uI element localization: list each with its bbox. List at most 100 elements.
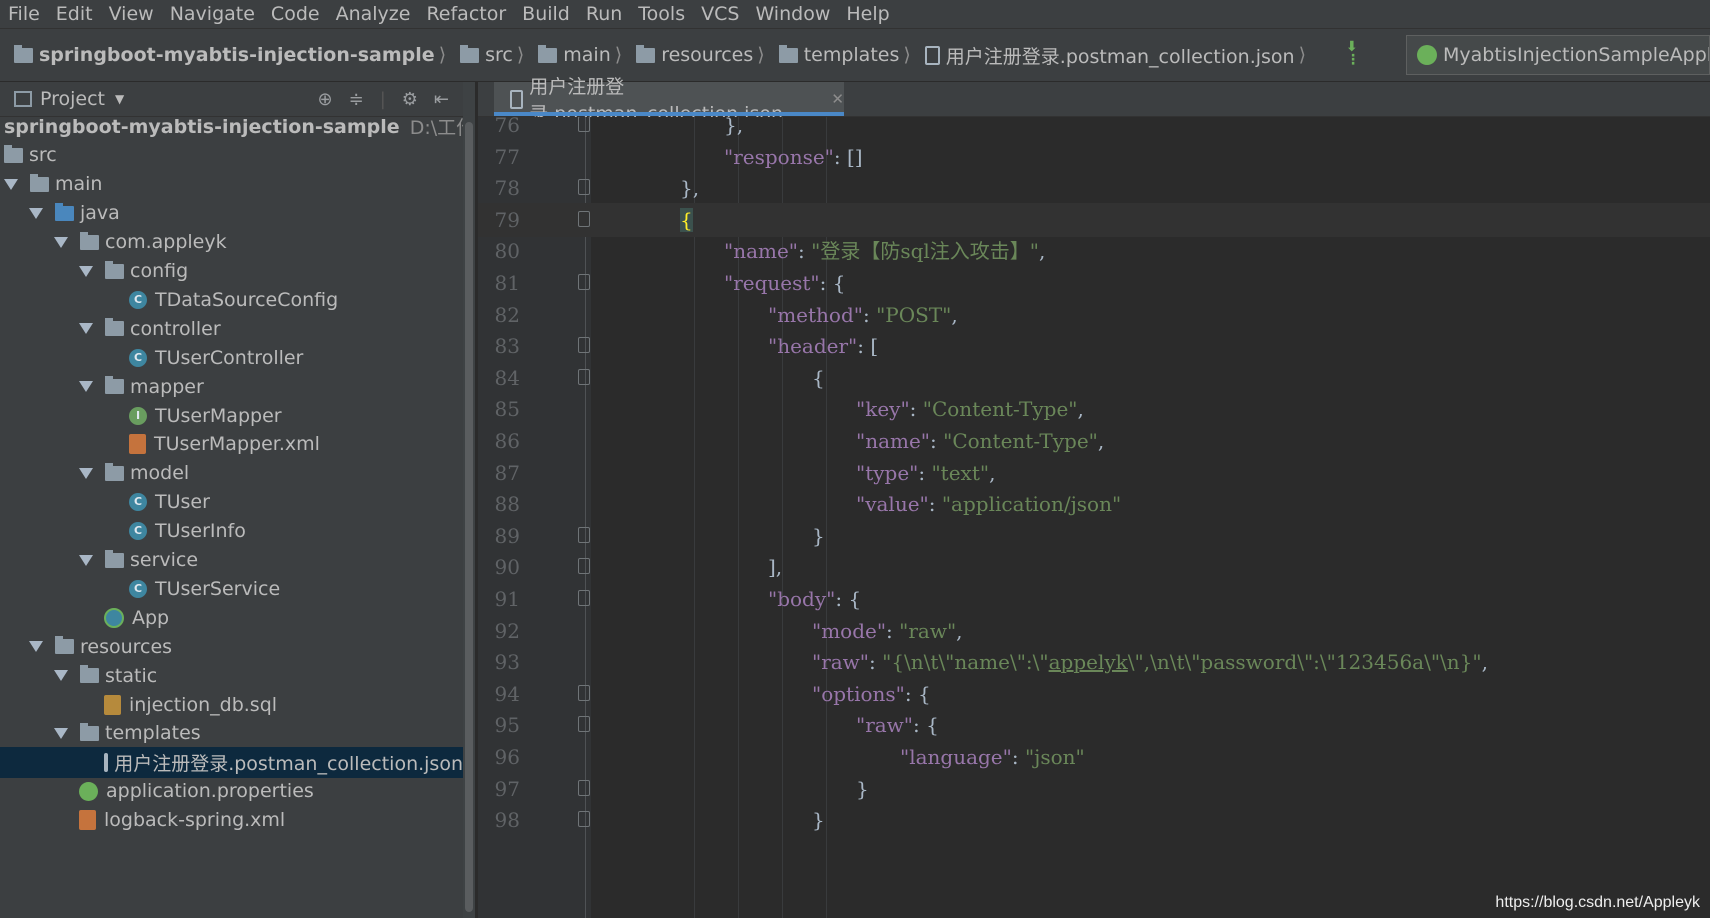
- fold-marker-icon[interactable]: [578, 368, 590, 385]
- code-line[interactable]: 98}: [478, 803, 1710, 837]
- breadcrumb-item[interactable]: templates ⟩: [765, 44, 911, 66]
- chevron-down-icon[interactable]: ▼: [115, 92, 124, 106]
- menu-vcs[interactable]: VCS: [693, 0, 747, 28]
- code-line[interactable]: 90],: [478, 550, 1710, 584]
- tree-item[interactable]: C TUserInfo: [0, 516, 463, 547]
- menu-refactor[interactable]: Refactor: [418, 0, 514, 28]
- menu-run[interactable]: Run: [578, 0, 630, 28]
- code-line[interactable]: 84 {: [478, 361, 1710, 395]
- breadcrumb-item[interactable]: src ⟩: [446, 44, 524, 66]
- breadcrumb-item[interactable]: 用户注册登录.postman_collection.json ⟩: [911, 42, 1306, 69]
- tree-item[interactable]: injection_db.sql: [0, 689, 463, 720]
- tree-item[interactable]: springboot-myabtis-injection-sample D:\工作…: [0, 117, 463, 142]
- project-tree[interactable]: springboot-myabtis-injection-sample D:\工作…: [0, 117, 463, 918]
- menu-help[interactable]: Help: [838, 0, 897, 28]
- menu-analyze[interactable]: Analyze: [328, 0, 419, 28]
- menu-tools[interactable]: Tools: [630, 0, 693, 28]
- fold-marker-icon[interactable]: [578, 337, 590, 354]
- tree-item[interactable]: C TDataSourceConfig: [0, 284, 463, 315]
- fold-marker-icon[interactable]: [578, 716, 590, 733]
- menu-view[interactable]: View: [101, 0, 162, 28]
- code-line[interactable]: 97}: [478, 772, 1710, 806]
- tree-item[interactable]: src: [0, 140, 463, 171]
- expand-arrow-icon[interactable]: [79, 554, 93, 566]
- expand-arrow-icon[interactable]: [54, 670, 68, 682]
- tree-item[interactable]: App: [0, 602, 463, 633]
- collapse-all-icon[interactable]: ≑: [349, 89, 364, 110]
- code-line[interactable]: 92 "mode": "raw",: [478, 614, 1710, 648]
- tree-item[interactable]: model: [0, 458, 463, 489]
- code-line[interactable]: 81 "request": {: [478, 266, 1710, 300]
- vcs-update-icon[interactable]: ⬇ ⋮: [1346, 40, 1370, 67]
- code-line[interactable]: 95 "raw": {: [478, 708, 1710, 742]
- fold-marker-icon[interactable]: [578, 684, 590, 701]
- tree-item[interactable]: java: [0, 198, 463, 229]
- tree-item[interactable]: controller: [0, 313, 463, 344]
- menu-file[interactable]: File: [0, 0, 48, 28]
- expand-arrow-icon[interactable]: [54, 727, 68, 739]
- fold-marker-icon[interactable]: [578, 779, 590, 796]
- code-line[interactable]: 88 "value": "application/json": [478, 487, 1710, 521]
- project-panel-title[interactable]: Project: [40, 88, 105, 110]
- fold-marker-icon[interactable]: [578, 179, 590, 196]
- fold-marker-icon[interactable]: [578, 210, 590, 227]
- fold-marker-icon[interactable]: [578, 590, 590, 606]
- expand-arrow-icon[interactable]: [79, 467, 93, 479]
- code-line[interactable]: 77 "response": []: [478, 140, 1710, 174]
- locate-file-icon[interactable]: ⊕: [318, 89, 333, 110]
- tree-item[interactable]: static: [0, 660, 463, 691]
- expand-arrow-icon[interactable]: [4, 178, 18, 190]
- expand-arrow-icon[interactable]: [54, 236, 68, 248]
- tree-item[interactable]: com.appleyk: [0, 227, 463, 258]
- fold-marker-icon[interactable]: [578, 526, 590, 543]
- expand-arrow-icon[interactable]: [79, 323, 93, 335]
- editor-tab[interactable]: 用户注册登录.postman_collection.json ✕: [494, 76, 844, 125]
- code-line[interactable]: 91 "body": {: [478, 582, 1710, 616]
- fold-marker-icon[interactable]: [578, 274, 590, 290]
- code-line[interactable]: 80 "name": "登录【防sql注入攻击】",: [478, 234, 1710, 268]
- breadcrumb-item[interactable]: springboot-myabtis-injection-sample ⟩: [0, 44, 446, 66]
- menu-navigate[interactable]: Navigate: [162, 0, 263, 28]
- code-line[interactable]: 79 {: [478, 202, 1710, 237]
- tree-item[interactable]: I TUserMapper: [0, 400, 463, 431]
- gear-icon[interactable]: ⚙: [402, 89, 418, 110]
- fold-marker-icon[interactable]: [578, 117, 590, 132]
- menu-edit[interactable]: Edit: [48, 0, 101, 28]
- expand-arrow-icon[interactable]: [79, 381, 93, 393]
- code-line[interactable]: 78},: [478, 171, 1710, 205]
- tree-item[interactable]: templates: [0, 718, 463, 749]
- expand-arrow-icon[interactable]: [79, 265, 93, 277]
- code-line[interactable]: 86 "name": "Content-Type",: [478, 424, 1710, 458]
- code-line[interactable]: 93 "raw": "{\n\t\"name\":\"appelyk\",\n\t…: [478, 645, 1710, 679]
- menu-build[interactable]: Build: [514, 0, 578, 28]
- tree-item[interactable]: C TUser: [0, 487, 463, 518]
- fold-marker-icon[interactable]: [578, 558, 590, 575]
- run-configuration-selector[interactable]: MyabtisInjectionSampleApplicatio: [1406, 35, 1710, 75]
- code-line[interactable]: 96 "language": "json": [478, 740, 1710, 774]
- code-line[interactable]: 83 "header": [: [478, 329, 1710, 363]
- close-icon[interactable]: ✕: [831, 90, 844, 108]
- tree-item[interactable]: C TUserController: [0, 342, 463, 373]
- tree-item[interactable]: mapper: [0, 371, 463, 402]
- hide-panel-icon[interactable]: ⇤: [434, 89, 449, 110]
- tree-item[interactable]: service: [0, 545, 463, 576]
- tree-item[interactable]: 用户注册登录.postman_collection.json: [0, 746, 463, 778]
- tree-item[interactable]: config: [0, 256, 463, 287]
- tree-item[interactable]: logback-spring.xml: [0, 805, 463, 836]
- menu-code[interactable]: Code: [263, 0, 328, 28]
- expand-arrow-icon[interactable]: [29, 641, 43, 653]
- code-line[interactable]: 89}: [478, 519, 1710, 553]
- tree-item[interactable]: resources: [0, 631, 463, 662]
- expand-arrow-icon[interactable]: [29, 207, 43, 219]
- tree-item[interactable]: C TUserService: [0, 573, 463, 604]
- code-line[interactable]: 82 "method": "POST",: [478, 298, 1710, 332]
- code-line[interactable]: 94 "options": {: [478, 677, 1710, 711]
- tree-item[interactable]: main: [0, 169, 463, 200]
- menu-window[interactable]: Window: [747, 0, 838, 28]
- tree-item[interactable]: TUserMapper.xml: [0, 429, 463, 460]
- breadcrumb-item[interactable]: resources ⟩: [622, 44, 765, 66]
- tree-item[interactable]: application.properties: [0, 776, 463, 807]
- code-line[interactable]: 87 "type": "text",: [478, 456, 1710, 490]
- project-tree-scrollbar[interactable]: [463, 82, 475, 918]
- breadcrumb-item[interactable]: main ⟩: [524, 44, 622, 66]
